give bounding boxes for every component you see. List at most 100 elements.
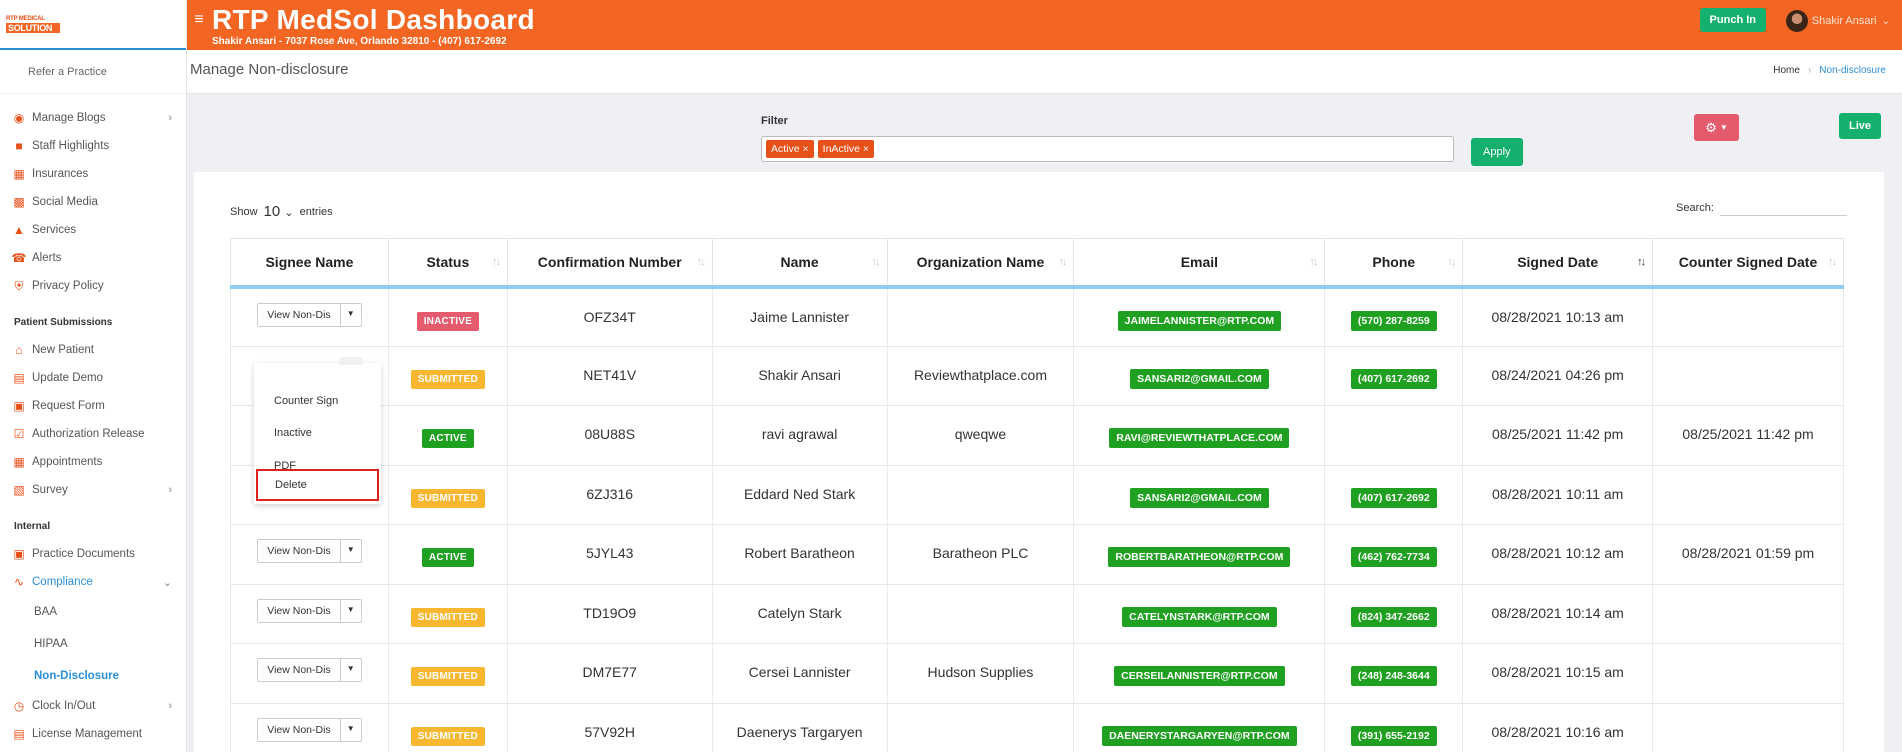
email-pill[interactable]: CATELYNSTARK@RTP.COM bbox=[1122, 606, 1277, 627]
chevron-down-icon: ⌄ bbox=[1881, 15, 1890, 27]
cell-name: Jaime Lannister bbox=[711, 286, 888, 347]
sidebar-item-practice-documents[interactable]: ▣ Practice Documents bbox=[0, 540, 186, 568]
phone-pill[interactable]: (407) 617-2692 bbox=[1350, 368, 1437, 389]
sidebar-item-survey[interactable]: ▧ Survey › bbox=[0, 476, 186, 504]
email-pill[interactable]: SANSARI2@GMAIL.COM bbox=[1130, 487, 1269, 508]
sidebar-item-new-patient[interactable]: ⌂ New Patient bbox=[0, 336, 186, 364]
caret-down-icon[interactable]: ▼ bbox=[341, 659, 361, 681]
dropdown-item-counter-sign[interactable]: Counter Sign bbox=[254, 386, 381, 416]
phone-pill[interactable]: (407) 617-2692 bbox=[1350, 487, 1437, 508]
email-pill[interactable]: DAENERYSTARGARYEN@RTP.COM bbox=[1102, 725, 1297, 746]
phone-pill[interactable]: (248) 248-3644 bbox=[1350, 666, 1437, 686]
sidebar-item-request-form[interactable]: ▣ Request Form bbox=[0, 392, 186, 420]
col-organization-name[interactable]: Organization Name ↑↓ bbox=[886, 238, 1075, 289]
cell-counter-signed-date: 08/28/2021 01:59 pm bbox=[1652, 524, 1844, 585]
sidebar-item-hipaa[interactable]: HIPAA bbox=[0, 628, 186, 660]
settings-dropdown-button[interactable]: ⚙ ▼ bbox=[1694, 114, 1739, 141]
sidebar-item-appointments[interactable]: ▦ Appointments bbox=[0, 448, 186, 476]
cell-status: SUBMITTED bbox=[387, 346, 508, 406]
phone-pill[interactable]: (570) 287-8259 bbox=[1350, 310, 1437, 331]
column-label: Signee Name bbox=[265, 253, 354, 270]
sidebar-item-license-management[interactable]: ▤ License Management bbox=[0, 720, 186, 748]
entries-select[interactable]: 10 ⌄ bbox=[264, 203, 294, 220]
col-status[interactable]: Status ↑↓ bbox=[387, 238, 508, 289]
sidebar-item-non-disclosure[interactable]: Non-Disclosure bbox=[0, 660, 186, 692]
table-row: SUBMITTED NET41V Shakir Ansari Reviewthatpl… bbox=[230, 346, 1844, 406]
search-input[interactable] bbox=[1719, 200, 1847, 216]
view-non-dis-button-group: View Non-Dis ▼ bbox=[257, 658, 362, 682]
col-counter-signed-date[interactable]: Counter Signed Date ↑↓ bbox=[1652, 238, 1844, 289]
col-signee-name[interactable]: Signee Name bbox=[230, 238, 389, 289]
punch-in-button[interactable]: Punch In bbox=[1699, 8, 1766, 32]
sidebar-item-label: Update Demo bbox=[32, 372, 103, 384]
live-button[interactable]: Live bbox=[1839, 113, 1882, 139]
sidebar-item-social-media[interactable]: ▩ Social Media bbox=[0, 188, 186, 216]
phone-pill[interactable]: (824) 347-2662 bbox=[1350, 606, 1437, 627]
email-pill[interactable]: SANSARI2@GMAIL.COM bbox=[1130, 368, 1269, 389]
sort-icon: ↑↓ bbox=[696, 256, 706, 268]
cell-signee-name: View Non-Dis ▼ bbox=[230, 584, 389, 644]
cell-organization bbox=[886, 465, 1075, 525]
license-icon: ▤ bbox=[13, 727, 25, 741]
dropdown-item-delete[interactable]: Delete bbox=[256, 469, 379, 501]
breadcrumb-current: Non-disclosure bbox=[1819, 65, 1886, 76]
dropdown-item-inactive[interactable]: Inactive bbox=[254, 418, 381, 448]
refer-practice-link[interactable]: Refer a Practice bbox=[0, 50, 186, 94]
logo-line-2: SOLUTION bbox=[6, 22, 60, 33]
sidebar-item-alerts[interactable]: ☎ Alerts bbox=[0, 244, 186, 272]
sidebar-item-label: Request Form bbox=[32, 400, 105, 412]
email-pill[interactable]: JAIMELANNISTER@RTP.COM bbox=[1117, 310, 1282, 331]
caret-down-icon[interactable]: ▼ bbox=[341, 304, 361, 326]
sidebar-item-services[interactable]: ▲ Services bbox=[0, 216, 186, 244]
sidebar-item-clock-in-out[interactable]: ◷ Clock In/Out › bbox=[0, 692, 186, 720]
hamburger-icon[interactable]: ≡ bbox=[187, 0, 211, 40]
sidebar-item-label: Alerts bbox=[32, 252, 62, 264]
sidebar-item-privacy-policy[interactable]: ⛨ Privacy Policy bbox=[0, 272, 186, 300]
sidebar-item-manage-blogs[interactable]: ◉ Manage Blogs › bbox=[0, 104, 186, 132]
col-signed-date[interactable]: Signed Date ↑↓ bbox=[1462, 238, 1654, 289]
col-confirmation-number[interactable]: Confirmation Number ↑↓ bbox=[506, 238, 713, 289]
filter-chip-active[interactable]: Active × bbox=[766, 140, 814, 158]
email-pill[interactable]: ROBERTBARATHEON@RTP.COM bbox=[1108, 547, 1291, 567]
col-email[interactable]: Email ↑↓ bbox=[1073, 238, 1326, 289]
col-name[interactable]: Name ↑↓ bbox=[711, 238, 888, 289]
filter-input[interactable]: Active × InActive × bbox=[761, 136, 1454, 162]
phone-pill[interactable]: (391) 655-2192 bbox=[1350, 725, 1437, 746]
caret-down-icon[interactable]: ▼ bbox=[341, 540, 361, 562]
sidebar-item-baa[interactable]: BAA bbox=[0, 596, 186, 628]
view-non-dis-button[interactable]: View Non-Dis bbox=[258, 718, 341, 741]
caret-down-icon[interactable]: ▼ bbox=[341, 719, 361, 741]
dropdown-toggle-remnant[interactable] bbox=[339, 357, 363, 365]
column-label: Confirmation Number bbox=[537, 253, 682, 270]
phone-pill[interactable]: (462) 762-7734 bbox=[1350, 547, 1437, 567]
user-menu[interactable]: Shakir Ansari ⌄ bbox=[1785, 10, 1890, 32]
status-badge: SUBMITTED bbox=[410, 369, 485, 389]
cell-name: Daenerys Targaryen bbox=[711, 703, 888, 752]
breadcrumb-home[interactable]: Home bbox=[1773, 65, 1800, 76]
view-non-dis-button-group: View Non-Dis ▼ bbox=[257, 539, 362, 563]
cell-status: SUBMITTED bbox=[387, 643, 508, 704]
cell-signed-date: 08/28/2021 10:12 am bbox=[1462, 524, 1654, 585]
table-row: SUBMITTED 6ZJ316 Eddard Ned Stark SANSARI2@… bbox=[230, 465, 1844, 525]
sidebar-item-authorization-release[interactable]: ☑ Authorization Release bbox=[0, 420, 186, 448]
home-icon: ⌂ bbox=[15, 343, 23, 357]
cell-phone: (570) 287-8259 bbox=[1324, 286, 1464, 347]
email-pill[interactable]: CERSEILANNISTER@RTP.COM bbox=[1114, 666, 1285, 686]
logo[interactable]: RTP MEDICAL SOLUTION bbox=[6, 13, 60, 35]
view-non-dis-button[interactable]: View Non-Dis bbox=[258, 540, 341, 562]
chevron-right-icon: › bbox=[168, 484, 172, 496]
page-title: Manage Non-disclosure bbox=[190, 61, 349, 78]
apply-button[interactable]: Apply bbox=[1471, 138, 1523, 166]
col-phone[interactable]: Phone ↑↓ bbox=[1324, 238, 1464, 289]
view-non-dis-button[interactable]: View Non-Dis bbox=[258, 303, 341, 326]
cell-counter-signed-date: 08/25/2021 11:42 pm bbox=[1652, 405, 1844, 466]
sidebar-item-update-demo[interactable]: ▤ Update Demo bbox=[0, 364, 186, 392]
view-non-dis-button[interactable]: View Non-Dis bbox=[258, 659, 341, 681]
email-pill[interactable]: RAVI@REVIEWTHATPLACE.COM bbox=[1109, 428, 1290, 448]
sidebar-item-compliance[interactable]: ∿ Compliance ⌄ bbox=[0, 568, 186, 596]
view-non-dis-button[interactable]: View Non-Dis bbox=[258, 599, 341, 622]
caret-down-icon[interactable]: ▼ bbox=[341, 600, 361, 622]
filter-chip-inactive[interactable]: InActive × bbox=[817, 140, 875, 158]
sidebar-item-staff-highlights[interactable]: ■ Staff Highlights bbox=[0, 132, 186, 160]
sidebar-item-insurances[interactable]: ▦ Insurances bbox=[0, 160, 186, 188]
